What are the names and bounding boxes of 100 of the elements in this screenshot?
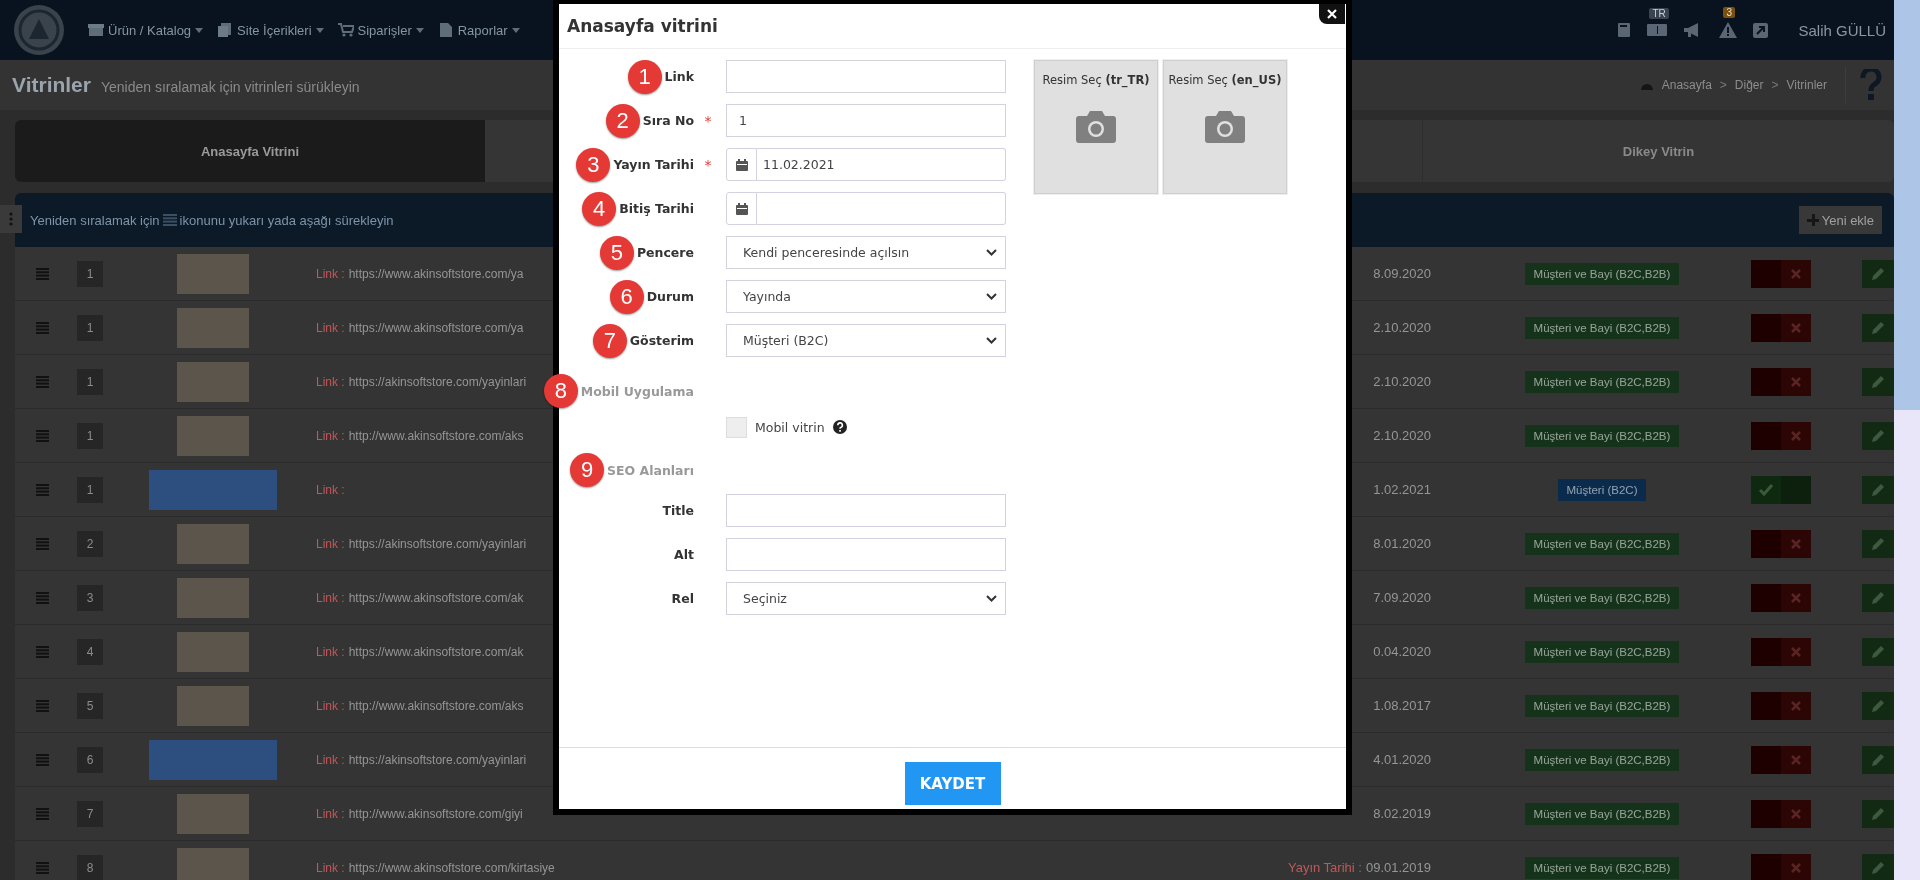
date-input-field[interactable] [757, 192, 1006, 225]
close-icon [1791, 430, 1801, 441]
dropdown[interactable]: Müşteri (B2C) [726, 324, 1006, 357]
status-toggle[interactable] [1751, 421, 1811, 450]
edit-button[interactable] [1862, 259, 1894, 288]
date-input-field[interactable]: 11.02.2021 [757, 148, 1006, 181]
calendar-button[interactable] [726, 148, 757, 181]
nav-menu-item[interactable]: Raporlar [437, 22, 520, 38]
dropdown[interactable]: Yayında [726, 280, 1006, 313]
input-field[interactable] [726, 60, 1006, 93]
breadcrumb-link[interactable]: Vitrinler [1786, 78, 1827, 92]
photo-placeholder [177, 523, 249, 564]
publish-date: 1.02.2021 [1373, 482, 1431, 497]
status-toggle[interactable] [1751, 745, 1811, 774]
list-icon [162, 214, 177, 226]
add-new-button[interactable]: Yeni ekle [1798, 206, 1882, 234]
drag-handle-icon[interactable] [36, 483, 49, 496]
audience-tag: Müşteri ve Bayi (B2C,B2B) [1524, 316, 1680, 339]
side-toggle-button[interactable] [0, 205, 22, 233]
photo-placeholder [177, 685, 249, 726]
tab[interactable]: Anasayfa Vitrini [15, 120, 485, 182]
input-field[interactable]: 1 [726, 104, 1006, 137]
order-number: 1 [77, 422, 103, 449]
status-toggle[interactable] [1751, 637, 1811, 666]
status-toggle[interactable] [1751, 583, 1811, 612]
edit-button[interactable] [1862, 475, 1894, 504]
drag-handle-icon[interactable] [36, 699, 49, 712]
edit-button[interactable] [1862, 529, 1894, 558]
order-number: 4 [77, 638, 103, 665]
reorder-hint: ikonunu yukarı yada aşağı sürekleyin [179, 212, 394, 228]
status-toggle[interactable] [1751, 691, 1811, 720]
status-toggle[interactable] [1751, 853, 1811, 880]
nav-menu-item[interactable]: Site İçerikleri [217, 22, 324, 38]
breadcrumb-link[interactable]: Diğer [1734, 78, 1764, 92]
status-toggle[interactable] [1751, 313, 1811, 342]
image-picker[interactable]: Resim Seç (en_US) [1163, 60, 1287, 194]
status-toggle[interactable] [1751, 475, 1811, 504]
drag-handle-icon[interactable] [36, 537, 49, 550]
publish-date: 09.01.2019 [1365, 860, 1431, 875]
pencil-icon [1871, 590, 1885, 605]
photo-placeholder [177, 847, 249, 880]
drag-handle-icon[interactable] [36, 753, 49, 766]
drag-handle-icon[interactable] [36, 861, 49, 874]
audience-tag: Müşteri ve Bayi (B2C,B2B) [1524, 262, 1680, 285]
edit-button[interactable] [1862, 691, 1894, 720]
link-label: Link : [316, 698, 345, 713]
close-button[interactable] [1319, 4, 1345, 24]
edit-button[interactable] [1862, 367, 1894, 396]
page-title: Vitrinler [12, 73, 91, 97]
link-url: https://akinsoftstore.com/yayinlari [348, 374, 527, 389]
chevron-down-icon [986, 595, 997, 602]
order-number: 1 [77, 260, 103, 287]
help-icon[interactable] [832, 420, 847, 434]
status-toggle[interactable] [1751, 529, 1811, 558]
edit-button[interactable] [1862, 799, 1894, 828]
link-label: Link : [316, 860, 345, 875]
audience-tag: Müşteri ve Bayi (B2C,B2B) [1524, 748, 1680, 771]
close-icon [1791, 376, 1801, 387]
dropdown[interactable]: Seçiniz [726, 582, 1006, 615]
drag-handle-icon[interactable] [36, 807, 49, 820]
image-picker[interactable]: Resim Seç (tr_TR) [1034, 60, 1158, 194]
step-marker: 6 [609, 279, 644, 314]
checkbox[interactable] [726, 416, 747, 438]
photo-placeholder [177, 253, 249, 294]
step-marker: 7 [592, 323, 627, 358]
pencil-icon [1871, 320, 1885, 335]
dropdown[interactable]: Kendi penceresinde açılsın [726, 236, 1006, 269]
input-field[interactable] [726, 538, 1006, 571]
user-name[interactable]: Salih GÜLLÜ [1798, 21, 1886, 39]
drag-handle-icon[interactable] [36, 645, 49, 658]
drag-handle-icon[interactable] [36, 267, 49, 280]
edit-button[interactable] [1862, 421, 1894, 450]
link-label: Link : [316, 806, 345, 821]
calendar-button[interactable] [726, 192, 757, 225]
external-link-icon[interactable] [1753, 22, 1769, 38]
camera-icon [1205, 111, 1245, 143]
close-icon [1791, 538, 1801, 549]
drag-handle-icon[interactable] [36, 321, 49, 334]
drag-handle-icon[interactable] [36, 375, 49, 388]
link-label: Link : [316, 428, 345, 443]
warning-icon[interactable] [1719, 22, 1738, 38]
translate-icon[interactable] [1647, 23, 1668, 37]
status-toggle[interactable] [1751, 799, 1811, 828]
edit-button[interactable] [1862, 853, 1894, 880]
input-field[interactable] [726, 494, 1006, 527]
status-toggle[interactable] [1751, 367, 1811, 396]
edit-button[interactable] [1862, 313, 1894, 342]
drag-handle-icon[interactable] [36, 429, 49, 442]
nav-menu-item[interactable]: Ürün / Katalog [88, 22, 204, 38]
status-toggle[interactable] [1751, 259, 1811, 288]
book-icon[interactable] [1617, 22, 1632, 38]
edit-button[interactable] [1862, 637, 1894, 666]
edit-button[interactable] [1862, 583, 1894, 612]
link-url: https://www.akinsoftstore.com/ya [348, 266, 524, 281]
edit-button[interactable] [1862, 745, 1894, 774]
close-icon [1791, 808, 1801, 819]
breadcrumb-link[interactable]: Anasayfa [1661, 78, 1712, 92]
drag-handle-icon[interactable] [36, 591, 49, 604]
link-label: Link : [316, 482, 345, 497]
nav-menu-item[interactable]: Siparişler [337, 22, 424, 38]
